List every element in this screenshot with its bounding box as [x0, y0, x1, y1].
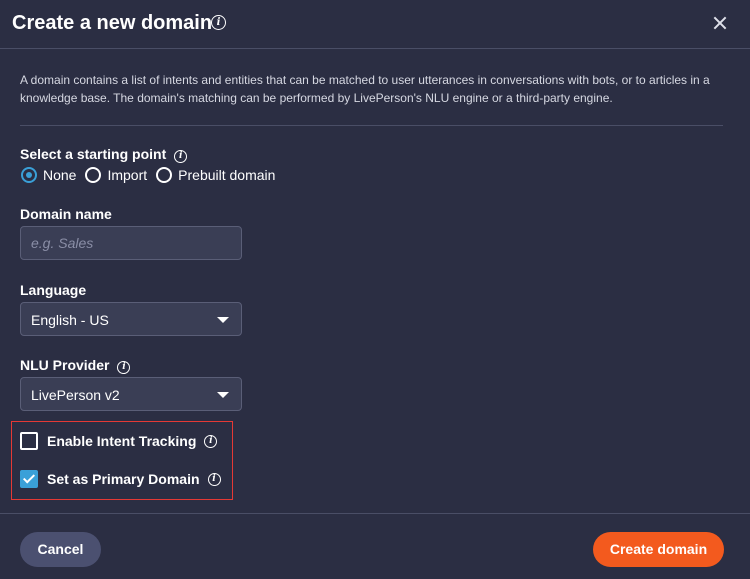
- nlu-provider-value: LivePerson v2: [31, 387, 120, 403]
- radio-button[interactable]: [85, 167, 102, 183]
- starting-point-label: Select a starting point i: [20, 145, 188, 163]
- language-select[interactable]: English - US: [20, 302, 242, 336]
- close-icon[interactable]: [710, 13, 730, 33]
- create-domain-button[interactable]: Create domain: [593, 532, 724, 567]
- radio-label: None: [43, 167, 77, 183]
- info-icon[interactable]: i: [211, 15, 226, 30]
- info-icon[interactable]: i: [204, 434, 218, 448]
- nlu-provider-select[interactable]: LivePerson v2: [20, 377, 242, 411]
- radio-none[interactable]: None: [21, 166, 76, 184]
- chevron-down-icon: [217, 317, 229, 323]
- nlu-provider-label: NLU Provider i: [20, 356, 131, 374]
- domain-name-label: Domain name: [20, 206, 112, 222]
- nlu-provider-label-text: NLU Provider: [20, 357, 110, 373]
- radio-import[interactable]: Import: [85, 166, 147, 184]
- enable-intent-tracking-label: Enable Intent Tracking: [47, 433, 197, 449]
- dialog-header: Create a new domain i: [0, 0, 750, 49]
- language-value: English - US: [31, 312, 109, 328]
- info-icon[interactable]: i: [207, 472, 221, 486]
- set-primary-domain-checkbox[interactable]: [20, 470, 38, 488]
- radio-label: Import: [107, 167, 148, 183]
- chevron-down-icon: [217, 392, 229, 398]
- starting-point-label-text: Select a starting point: [20, 146, 167, 162]
- cancel-button[interactable]: Cancel: [20, 532, 101, 567]
- set-primary-domain-option[interactable]: Set as Primary Domain i: [20, 470, 221, 488]
- domain-name-input[interactable]: [21, 227, 241, 259]
- divider: [20, 125, 723, 126]
- domain-name-field[interactable]: [20, 226, 242, 260]
- radio-prebuilt-domain[interactable]: Prebuilt domain: [156, 166, 275, 184]
- radio-button[interactable]: [156, 167, 173, 183]
- radio-label: Prebuilt domain: [178, 167, 276, 183]
- enable-intent-tracking-checkbox[interactable]: [20, 432, 38, 450]
- set-primary-domain-label: Set as Primary Domain: [47, 471, 200, 487]
- radio-button-selected[interactable]: [21, 167, 37, 183]
- starting-point-radio-group: None Import Prebuilt domain: [21, 166, 284, 184]
- dialog-description: A domain contains a list of intents and …: [20, 73, 710, 105]
- enable-intent-tracking-option[interactable]: Enable Intent Tracking i: [20, 432, 218, 450]
- dialog-title: Create a new domain: [12, 12, 213, 34]
- language-label: Language: [20, 282, 87, 298]
- info-icon[interactable]: i: [174, 150, 188, 163]
- info-icon[interactable]: i: [117, 361, 131, 374]
- footer-divider: [0, 513, 750, 514]
